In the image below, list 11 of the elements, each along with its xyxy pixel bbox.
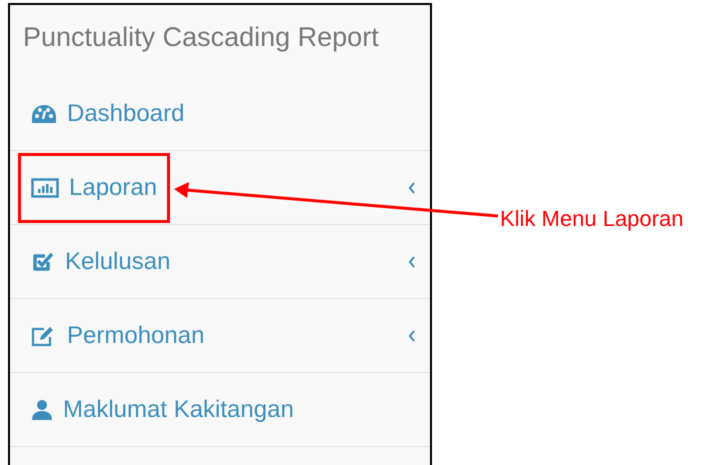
dashboard-gauge-icon	[31, 104, 57, 124]
menu-item[interactable]: Kelulusan	[18, 226, 184, 296]
menu-item[interactable]: Laporan	[18, 152, 170, 222]
menu-item[interactable]: Dashboard	[18, 78, 198, 148]
callout-text: Klik Menu Laporan	[500, 205, 684, 233]
check-square-icon	[31, 250, 55, 272]
menu-item[interactable]: Permohonan	[18, 300, 218, 370]
app-title: Punctuality Cascading Report	[23, 20, 379, 54]
user-icon	[31, 398, 53, 420]
menu-item[interactable]: Maklumat Kakitangan	[18, 374, 307, 444]
bar-chart-icon	[31, 176, 59, 198]
